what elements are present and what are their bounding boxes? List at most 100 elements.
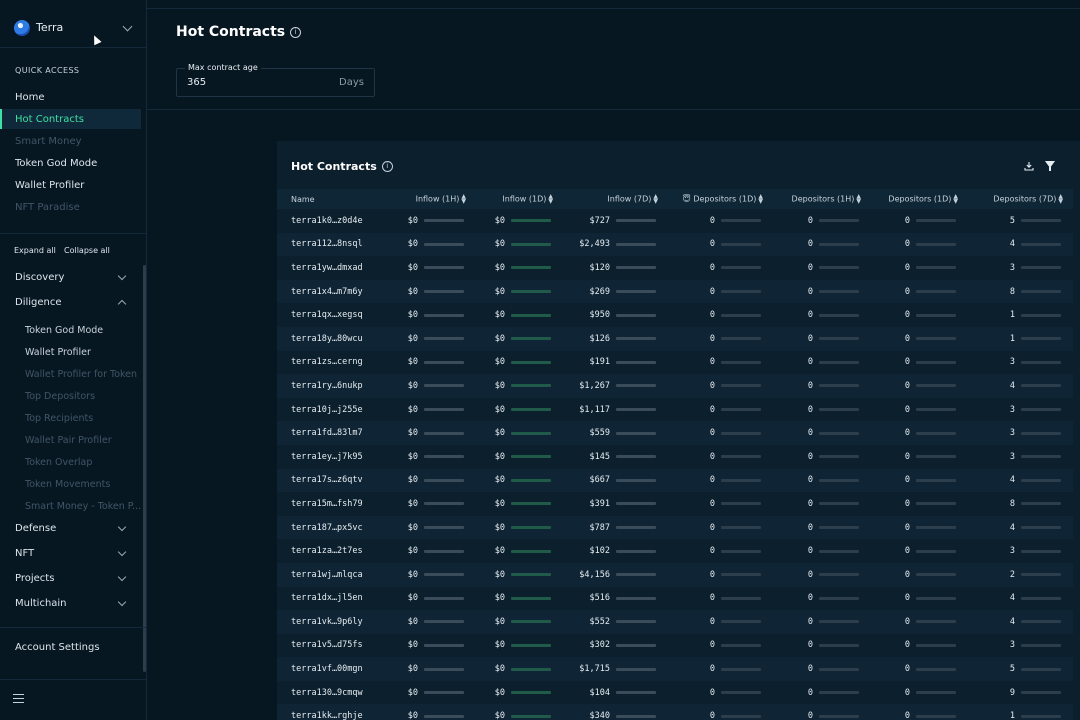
table-row[interactable]: terra1kk…rghje $0 $0 $340 0 0 0 1 bbox=[277, 704, 1073, 720]
group-diligence[interactable]: Diligence bbox=[0, 292, 141, 312]
account-settings-link[interactable]: Account Settings bbox=[15, 642, 100, 653]
download-icon[interactable] bbox=[1024, 161, 1034, 171]
group-discovery[interactable]: Discovery bbox=[0, 267, 141, 287]
contract-name[interactable]: terra1wj…mlqca bbox=[277, 563, 389, 587]
table-row[interactable]: terra1dx…jl5en $0 $0 $516 0 0 0 4 bbox=[277, 586, 1073, 611]
contract-name[interactable]: terra1kk…rghje bbox=[277, 704, 389, 720]
contract-name[interactable]: terra1yw…dmxad bbox=[277, 256, 389, 280]
diligence-item-top-recipients[interactable]: Top Recipients bbox=[0, 408, 141, 428]
sidebar-item-smart-money[interactable]: Smart Money bbox=[0, 131, 141, 151]
table-row[interactable]: terra1ry…6nukp $0 $0 $1,267 0 0 0 4 bbox=[277, 374, 1073, 398]
table-row[interactable]: terra1vf…00mgn $0 $0 $1,715 0 0 0 5 bbox=[277, 657, 1073, 681]
contract-name[interactable]: terra1k0…z0d4e bbox=[277, 209, 389, 233]
diligence-item-top-depositors[interactable]: Top Depositors bbox=[0, 386, 141, 406]
cell-value: $0 bbox=[494, 215, 505, 226]
contract-name[interactable]: terra17s…z6qtv bbox=[277, 469, 389, 493]
contract-name[interactable]: terra112…8nsql bbox=[277, 233, 389, 257]
contract-name[interactable]: terra1vk…9p6ly bbox=[277, 610, 389, 634]
group-nft[interactable]: NFT bbox=[0, 543, 141, 563]
cell-value: 0 bbox=[709, 239, 715, 250]
contract-name[interactable]: terra1qx…xegsq bbox=[277, 303, 389, 327]
table-row[interactable]: terra1vk…9p6ly $0 $0 $552 0 0 0 4 bbox=[277, 610, 1073, 634]
contract-name[interactable]: terra1x4…m7m6y bbox=[277, 280, 389, 304]
table-row[interactable]: terra130…9cmqw $0 $0 $104 0 0 0 9 bbox=[277, 680, 1073, 705]
contract-name[interactable]: terra1ey…j7k95 bbox=[277, 445, 389, 469]
contract-name[interactable]: terra1ry…6nukp bbox=[277, 374, 389, 398]
collapse-menu-icon[interactable] bbox=[13, 694, 24, 704]
column-header[interactable]: Depositors (7D) ▲ ▼ bbox=[968, 189, 1073, 209]
column-header[interactable]: Depositors (1D) ▲ ▼ bbox=[871, 189, 968, 209]
collapse-all-button[interactable]: Collapse all bbox=[64, 246, 110, 255]
diligence-item-token-overlap[interactable]: Token Overlap bbox=[0, 452, 141, 472]
sidebar-item-token-god-mode[interactable]: Token God Mode bbox=[0, 153, 141, 173]
table-row[interactable]: terra1za…2t7es $0 $0 $102 0 0 0 3 bbox=[277, 539, 1073, 563]
contract-name[interactable]: terra1vf…00mgn bbox=[277, 657, 389, 681]
column-header[interactable]: Inflow (1D) ▲ ▼ bbox=[476, 189, 563, 209]
sidebar-item-wallet-profiler[interactable]: Wallet Profiler bbox=[0, 175, 141, 195]
max-contract-age-input[interactable] bbox=[187, 77, 307, 88]
table-cell: $0 bbox=[389, 445, 476, 469]
table-row[interactable]: terra1wj…mlqca $0 $0 $4,156 0 0 0 2 bbox=[277, 562, 1073, 587]
cell-value: 1 bbox=[1009, 333, 1015, 344]
table-row[interactable]: terra1k0…z0d4e $0 $0 $727 0 0 0 5 bbox=[277, 209, 1073, 233]
sort-icon[interactable]: ▲ ▼ bbox=[856, 194, 861, 205]
contract-name[interactable]: terra130…9cmqw bbox=[277, 681, 389, 705]
diligence-item-token-movements[interactable]: Token Movements bbox=[0, 474, 141, 494]
diligence-item-wallet-profiler[interactable]: Wallet Profiler bbox=[0, 342, 141, 362]
table-row[interactable]: terra17s…z6qtv $0 $0 $667 0 0 0 4 bbox=[277, 468, 1073, 493]
sort-icon[interactable]: ▲ ▼ bbox=[953, 194, 958, 205]
column-header[interactable]: Inflow (7D) ▲ ▼ bbox=[563, 189, 668, 209]
column-header[interactable]: 😇 Depositors (1D) ▲ ▼ bbox=[668, 189, 773, 209]
cell-content: 4 bbox=[968, 523, 1073, 533]
table-row[interactable]: terra15m…fsh79 $0 $0 $391 0 0 0 8 bbox=[277, 492, 1073, 516]
column-header[interactable]: Depositors (1H) ▲ ▼ bbox=[773, 189, 871, 209]
table-row[interactable]: terra10j…j255e $0 $0 $1,117 0 0 0 3 bbox=[277, 397, 1073, 422]
table-row[interactable]: terra187…px5vc $0 $0 $787 0 0 0 4 bbox=[277, 515, 1073, 540]
contract-name[interactable]: terra1za…2t7es bbox=[277, 539, 389, 563]
cell-value: 0 bbox=[807, 616, 813, 627]
table-row[interactable]: terra18y…80wcu $0 $0 $126 0 0 0 1 bbox=[277, 326, 1073, 351]
diligence-item-smart-money-token-p[interactable]: Smart Money - Token P... bbox=[0, 496, 141, 516]
table-row[interactable]: terra1zs…cerng $0 $0 $191 0 0 0 3 bbox=[277, 350, 1073, 375]
contract-name[interactable]: terra1v5…d75fs bbox=[277, 634, 389, 658]
info-icon[interactable]: i bbox=[290, 26, 302, 38]
group-projects[interactable]: Projects bbox=[0, 568, 141, 588]
contract-name[interactable]: terra18y…80wcu bbox=[277, 327, 389, 351]
contract-name[interactable]: terra1zs…cerng bbox=[277, 351, 389, 375]
sidebar-item-hot-contracts[interactable]: Hot Contracts bbox=[0, 109, 141, 129]
info-icon[interactable]: i bbox=[381, 161, 393, 172]
contract-name[interactable]: terra1dx…jl5en bbox=[277, 587, 389, 611]
sidebar-scrollbar[interactable] bbox=[143, 265, 146, 672]
table-row[interactable]: terra112…8nsql $0 $0 $2,493 0 0 0 4 bbox=[277, 232, 1073, 257]
table-row[interactable]: terra1v5…d75fs $0 $0 $302 0 0 0 3 bbox=[277, 633, 1073, 658]
column-header[interactable]: Name bbox=[277, 189, 389, 209]
table-row[interactable]: terra1x4…m7m6y $0 $0 $269 0 0 0 8 bbox=[277, 279, 1073, 304]
contract-name[interactable]: terra15m…fsh79 bbox=[277, 492, 389, 516]
chain-selector[interactable]: Terra bbox=[0, 8, 147, 48]
contract-name[interactable]: terra10j…j255e bbox=[277, 398, 389, 422]
sidebar-item-home[interactable]: Home bbox=[0, 87, 141, 107]
filter-icon[interactable] bbox=[1045, 161, 1055, 171]
diligence-item-wallet-pair-profiler[interactable]: Wallet Pair Profiler bbox=[0, 430, 141, 450]
diligence-item-token-god-mode[interactable]: Token God Mode bbox=[0, 320, 141, 340]
sort-icon[interactable]: ▲ ▼ bbox=[758, 194, 763, 205]
table-row[interactable]: terra1ey…j7k95 $0 $0 $145 0 0 0 3 bbox=[277, 444, 1073, 469]
sort-icon[interactable]: ▲ ▼ bbox=[548, 194, 553, 205]
table-row[interactable]: terra1qx…xegsq $0 $0 $950 0 0 0 1 bbox=[277, 303, 1073, 327]
group-defense[interactable]: Defense bbox=[0, 518, 141, 538]
table-row[interactable]: terra1fd…83lm7 $0 $0 $559 0 0 0 3 bbox=[277, 421, 1073, 445]
group-multichain[interactable]: Multichain bbox=[0, 593, 141, 613]
sidebar-item-nft-paradise[interactable]: NFT Paradise bbox=[0, 197, 141, 217]
sort-icon[interactable]: ▲ ▼ bbox=[461, 194, 466, 205]
cell-content: 3 bbox=[968, 357, 1073, 367]
contract-name[interactable]: terra187…px5vc bbox=[277, 516, 389, 540]
cell-value: 8 bbox=[1009, 498, 1015, 509]
table-row[interactable]: terra1yw…dmxad $0 $0 $120 0 0 0 3 bbox=[277, 256, 1073, 280]
cell-content: 0 bbox=[668, 475, 773, 485]
diligence-item-wallet-profiler-for-token[interactable]: Wallet Profiler for Token bbox=[0, 364, 141, 384]
sort-icon[interactable]: ▲ ▼ bbox=[653, 194, 658, 205]
column-header[interactable]: Inflow (1H) ▲ ▼ bbox=[389, 189, 476, 209]
expand-all-button[interactable]: Expand all bbox=[14, 246, 56, 255]
contract-name[interactable]: terra1fd…83lm7 bbox=[277, 421, 389, 445]
sort-icon[interactable]: ▲ ▼ bbox=[1058, 194, 1063, 205]
